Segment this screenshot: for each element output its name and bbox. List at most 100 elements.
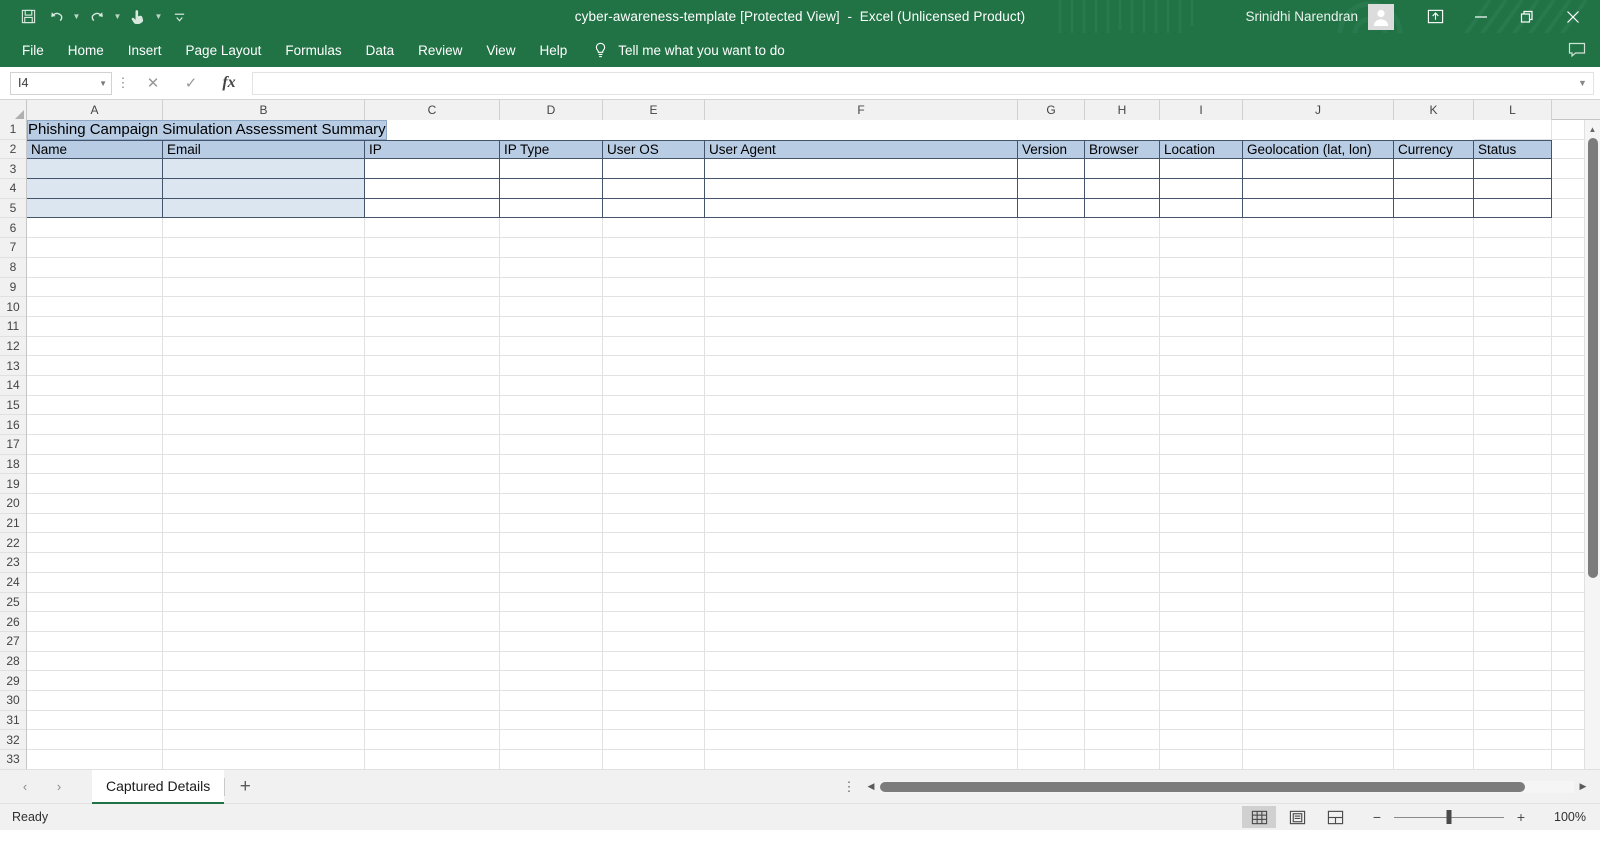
cell-F33[interactable] [705, 750, 1018, 769]
tab-review[interactable]: Review [406, 33, 474, 67]
cell-B20[interactable] [163, 494, 365, 514]
cell-G15[interactable] [1018, 395, 1085, 416]
cell-F15[interactable] [705, 395, 1018, 416]
account-name[interactable]: Srinidhi Narendran [1245, 9, 1358, 24]
cell-B28[interactable] [163, 651, 365, 672]
cell-C7[interactable] [365, 238, 500, 258]
chevron-down-icon[interactable]: ▼ [99, 79, 107, 88]
sheet-bar-more-icon[interactable]: ⋮ [836, 770, 862, 804]
cell-H9[interactable] [1085, 277, 1160, 298]
cell-H14[interactable] [1085, 375, 1160, 396]
cell-L24[interactable] [1474, 572, 1552, 593]
cell-A13[interactable] [27, 356, 163, 376]
cell-G18[interactable] [1018, 454, 1085, 475]
cell-F17[interactable] [705, 435, 1018, 455]
cell-A9[interactable] [27, 277, 163, 298]
cell-K10[interactable] [1394, 297, 1474, 317]
cell-H18[interactable] [1085, 454, 1160, 475]
cell-B26[interactable] [163, 612, 365, 632]
column-header-B[interactable]: B [163, 100, 365, 120]
cell-D14[interactable] [500, 375, 603, 396]
cell-E31[interactable] [603, 710, 705, 731]
cell-H10[interactable] [1085, 297, 1160, 317]
cell-J18[interactable] [1243, 454, 1394, 475]
cell-D31[interactable] [500, 710, 603, 731]
cell-G12[interactable] [1018, 336, 1085, 357]
table-column-header[interactable]: IP [365, 139, 500, 160]
cell-B19[interactable] [163, 474, 365, 495]
cell-F18[interactable] [705, 454, 1018, 475]
cell-C25[interactable] [365, 592, 500, 613]
row-header-6[interactable]: 6 [0, 218, 26, 239]
cell-B27[interactable] [163, 631, 365, 652]
cell-C5[interactable] [365, 198, 500, 219]
tab-formulas[interactable]: Formulas [273, 33, 353, 67]
cell-C12[interactable] [365, 336, 500, 357]
cell-A11[interactable] [27, 316, 163, 337]
cell-B29[interactable] [163, 671, 365, 691]
cell-L12[interactable] [1474, 336, 1552, 357]
zoom-level-label[interactable]: 100% [1540, 810, 1586, 824]
cell-D29[interactable] [500, 671, 603, 691]
row-header-18[interactable]: 18 [0, 454, 26, 475]
cell-A24[interactable] [27, 572, 163, 593]
cell-B12[interactable] [163, 336, 365, 357]
cell-J32[interactable] [1243, 730, 1394, 750]
table-column-header[interactable]: Version [1018, 139, 1085, 160]
cell-H29[interactable] [1085, 671, 1160, 691]
cell-B11[interactable] [163, 316, 365, 337]
cell-F30[interactable] [705, 690, 1018, 711]
cell-H31[interactable] [1085, 710, 1160, 731]
cell-I25[interactable] [1160, 592, 1243, 613]
cell-E19[interactable] [603, 474, 705, 495]
cell-E22[interactable] [603, 533, 705, 554]
cell-J27[interactable] [1243, 631, 1394, 652]
cell-A20[interactable] [27, 494, 163, 514]
table-column-header[interactable]: User OS [603, 139, 705, 160]
cell-H32[interactable] [1085, 730, 1160, 750]
cell-F24[interactable] [705, 572, 1018, 593]
cell-J17[interactable] [1243, 435, 1394, 455]
cell-B25[interactable] [163, 592, 365, 613]
cell-G33[interactable] [1018, 750, 1085, 769]
cell-G32[interactable] [1018, 730, 1085, 750]
cell-A27[interactable] [27, 631, 163, 652]
cell-D23[interactable] [500, 553, 603, 573]
cell-B4[interactable] [163, 179, 365, 199]
column-header-G[interactable]: G [1018, 100, 1085, 120]
table-column-header[interactable]: Geolocation (lat, lon) [1243, 139, 1394, 160]
row-header-17[interactable]: 17 [0, 435, 26, 455]
cell-K21[interactable] [1394, 513, 1474, 534]
row-header-32[interactable]: 32 [0, 730, 26, 750]
cell-F28[interactable] [705, 651, 1018, 672]
cell-I20[interactable] [1160, 494, 1243, 514]
cell-F8[interactable] [705, 257, 1018, 278]
cell-E24[interactable] [603, 572, 705, 593]
tab-data[interactable]: Data [354, 33, 407, 67]
cell-E25[interactable] [603, 592, 705, 613]
close-button[interactable] [1550, 0, 1596, 33]
zoom-in-button[interactable]: + [1512, 807, 1530, 827]
tab-insert[interactable]: Insert [116, 33, 174, 67]
table-column-header[interactable]: Currency [1394, 139, 1474, 160]
cell-D12[interactable] [500, 336, 603, 357]
cell-A33[interactable] [27, 750, 163, 769]
page-layout-view-button[interactable] [1280, 806, 1314, 828]
cell-K22[interactable] [1394, 533, 1474, 554]
vertical-scroll-thumb[interactable] [1587, 138, 1598, 578]
cell-D11[interactable] [500, 316, 603, 337]
cell-E3[interactable] [603, 159, 705, 180]
cell-B23[interactable] [163, 553, 365, 573]
comments-icon[interactable] [1568, 42, 1586, 58]
cell-E27[interactable] [603, 631, 705, 652]
cell-J31[interactable] [1243, 710, 1394, 731]
cell-D4[interactable] [500, 179, 603, 199]
column-header-E[interactable]: E [603, 100, 705, 120]
restore-button[interactable] [1504, 0, 1550, 33]
cell-D21[interactable] [500, 513, 603, 534]
cell-J24[interactable] [1243, 572, 1394, 593]
cell-A18[interactable] [27, 454, 163, 475]
cell-G20[interactable] [1018, 494, 1085, 514]
cell-F11[interactable] [705, 316, 1018, 337]
cell-C16[interactable] [365, 415, 500, 435]
